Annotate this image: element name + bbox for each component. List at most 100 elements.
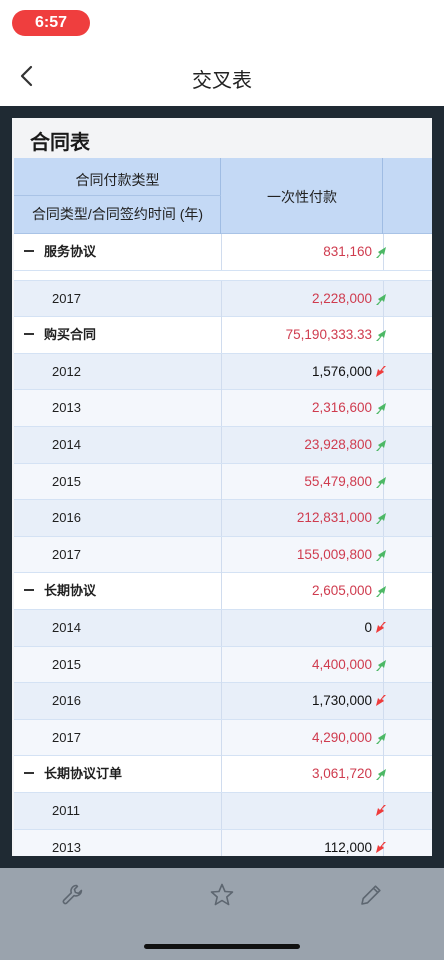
trend-down-arrow-icon xyxy=(376,804,386,816)
trend-down-arrow-icon xyxy=(376,695,386,707)
year-label: 2016 xyxy=(52,500,81,536)
row-label-text: 长期协议 xyxy=(44,583,97,599)
row-label-text: 2013 xyxy=(52,400,81,416)
year-label: 2016 xyxy=(52,683,81,719)
row-label-text: 2015 xyxy=(52,656,81,672)
collapse-minus-icon[interactable] xyxy=(24,332,34,335)
row-label-text: 2012 xyxy=(52,363,81,379)
cell-value: 4,290,000 xyxy=(311,729,372,745)
collapse-minus-icon[interactable] xyxy=(24,588,34,591)
collapse-minus-icon[interactable] xyxy=(24,771,34,774)
header-column-label: 一次性付款 xyxy=(267,189,337,205)
row-label-text: 购买合同 xyxy=(44,327,97,343)
table-row[interactable]: 2016 212,831,000 xyxy=(14,500,432,537)
status-time: 6:57 xyxy=(12,10,90,36)
row-label-text: 2017 xyxy=(52,729,81,745)
star-icon[interactable] xyxy=(209,882,235,908)
table-row[interactable]: 2017 155,009,800 xyxy=(14,536,432,574)
cell-value: 112,000 xyxy=(324,839,372,855)
header-column-lump-sum: 一次性付款 xyxy=(221,158,383,234)
card-title: 合同表 xyxy=(30,132,90,154)
table-row[interactable]: 2011 xyxy=(14,792,432,830)
year-label: 2017 xyxy=(52,720,81,756)
header-payment-type: 合同付款类型 xyxy=(75,172,160,188)
table-row[interactable]: 2014 0 xyxy=(14,609,432,647)
trend-up-arrow-icon xyxy=(376,293,386,305)
header-contract-type-year: 合同类型/合同签约时间 (年) xyxy=(31,206,204,222)
cell-value: 0 xyxy=(364,619,372,635)
cell-value: 1,576,000 xyxy=(311,363,372,379)
row-label-text: 2016 xyxy=(52,693,81,709)
table-group-row[interactable]: 长期协议 2,605,000 xyxy=(14,573,432,610)
trend-up-arrow-icon xyxy=(376,659,386,671)
table-group-row[interactable]: 长期协议订单 3,061,720 xyxy=(14,756,432,793)
year-label: 2012 xyxy=(52,354,81,390)
table-row[interactable]: 2015 4,400,000 xyxy=(14,646,432,684)
row-label-text: 长期协议订单 xyxy=(44,766,123,782)
row-label-text: 2017 xyxy=(52,546,81,562)
status-bar: 6:57 xyxy=(0,0,444,44)
year-label: 2013 xyxy=(52,830,81,857)
trend-down-arrow-icon xyxy=(376,365,386,377)
year-label: 2015 xyxy=(52,647,81,683)
trend-up-arrow-icon xyxy=(376,549,386,561)
wrench-icon[interactable] xyxy=(60,882,86,908)
group-label: 购买合同 xyxy=(24,317,96,353)
trend-down-arrow-icon xyxy=(376,841,386,853)
year-label: 2015 xyxy=(52,464,81,500)
table-row[interactable]: 2012 1,576,000 xyxy=(14,353,432,391)
trend-up-arrow-icon xyxy=(376,586,386,598)
cell-value: 3,061,720 xyxy=(311,766,372,782)
group-label: 长期协议订单 xyxy=(24,756,122,792)
trend-up-arrow-icon xyxy=(376,247,386,258)
row-label-text: 2011 xyxy=(52,802,80,818)
trend-up-arrow-icon xyxy=(376,403,386,415)
row-label-text: 2017 xyxy=(52,290,81,306)
table-row[interactable]: 2015 55,479,800 xyxy=(14,463,432,501)
table-row[interactable]: 2016 1,730,000 xyxy=(14,683,432,720)
table-header: 合同付款类型 合同类型/合同签约时间 (年) 一次性付款 xyxy=(14,158,432,234)
table-row[interactable]: 2013 112,000 xyxy=(14,829,432,857)
year-label: 2013 xyxy=(52,390,81,426)
cell-value: 1,730,000 xyxy=(311,693,372,709)
year-label: 2011 xyxy=(52,793,80,829)
table-group-row[interactable]: 购买合同 75,190,333.33 xyxy=(14,317,432,354)
year-label: 2014 xyxy=(52,610,81,646)
crosstab-card: 合同表 合同付款类型 合同类型/合同签约时间 (年) 一次性付款 服务协议 831… xyxy=(12,118,432,856)
cell-value: 831,160 xyxy=(323,244,372,259)
navigation-bar: 交叉表 xyxy=(0,44,444,106)
trend-up-arrow-icon xyxy=(376,513,386,525)
group-label: 服务协议 xyxy=(24,234,96,270)
row-label-text: 2014 xyxy=(52,619,81,635)
header-row-dimension: 合同付款类型 合同类型/合同签约时间 (年) xyxy=(14,158,221,234)
group-label: 长期协议 xyxy=(24,573,96,609)
table-row[interactable]: 2013 2,316,600 xyxy=(14,390,432,427)
trend-up-arrow-icon xyxy=(376,769,386,781)
report-frame: 合同表 合同付款类型 合同类型/合同签约时间 (年) 一次性付款 服务协议 831… xyxy=(0,106,444,868)
cell-value: 23,928,800 xyxy=(304,436,372,452)
trend-up-arrow-icon xyxy=(376,476,386,488)
row-label-text: 2013 xyxy=(52,839,81,855)
trend-up-arrow-icon xyxy=(376,330,386,342)
table-row[interactable]: 2017 4,290,000 xyxy=(14,719,432,757)
cell-value: 75,190,333.33 xyxy=(285,327,372,343)
trend-up-arrow-icon xyxy=(376,732,386,744)
table-group-row[interactable]: 服务协议 831,160 xyxy=(14,234,432,271)
home-indicator xyxy=(144,944,300,949)
table-body: 服务协议 831,160 2017 2,228,000 购买合同 75,190,333.3… xyxy=(14,234,432,856)
pencil-icon[interactable] xyxy=(358,882,384,908)
cell-value: 155,009,800 xyxy=(296,546,372,562)
table-row[interactable]: 2014 23,928,800 xyxy=(14,426,432,464)
crosstab-table[interactable]: 合同付款类型 合同类型/合同签约时间 (年) 一次性付款 服务协议 831,160… xyxy=(14,158,432,856)
cell-value: 212,831,000 xyxy=(296,510,372,526)
table-row-partial xyxy=(14,270,432,281)
collapse-minus-icon[interactable] xyxy=(24,249,34,252)
year-label: 2017 xyxy=(52,281,81,317)
page-title: 交叉表 xyxy=(192,70,252,92)
row-label-text: 服务协议 xyxy=(44,244,97,259)
cell-value: 55,479,800 xyxy=(304,473,372,489)
row-label-text: 2015 xyxy=(52,473,81,489)
trend-down-arrow-icon xyxy=(376,621,386,633)
table-row[interactable]: 2017 2,228,000 xyxy=(14,280,432,318)
cell-value: 2,316,600 xyxy=(311,400,372,416)
